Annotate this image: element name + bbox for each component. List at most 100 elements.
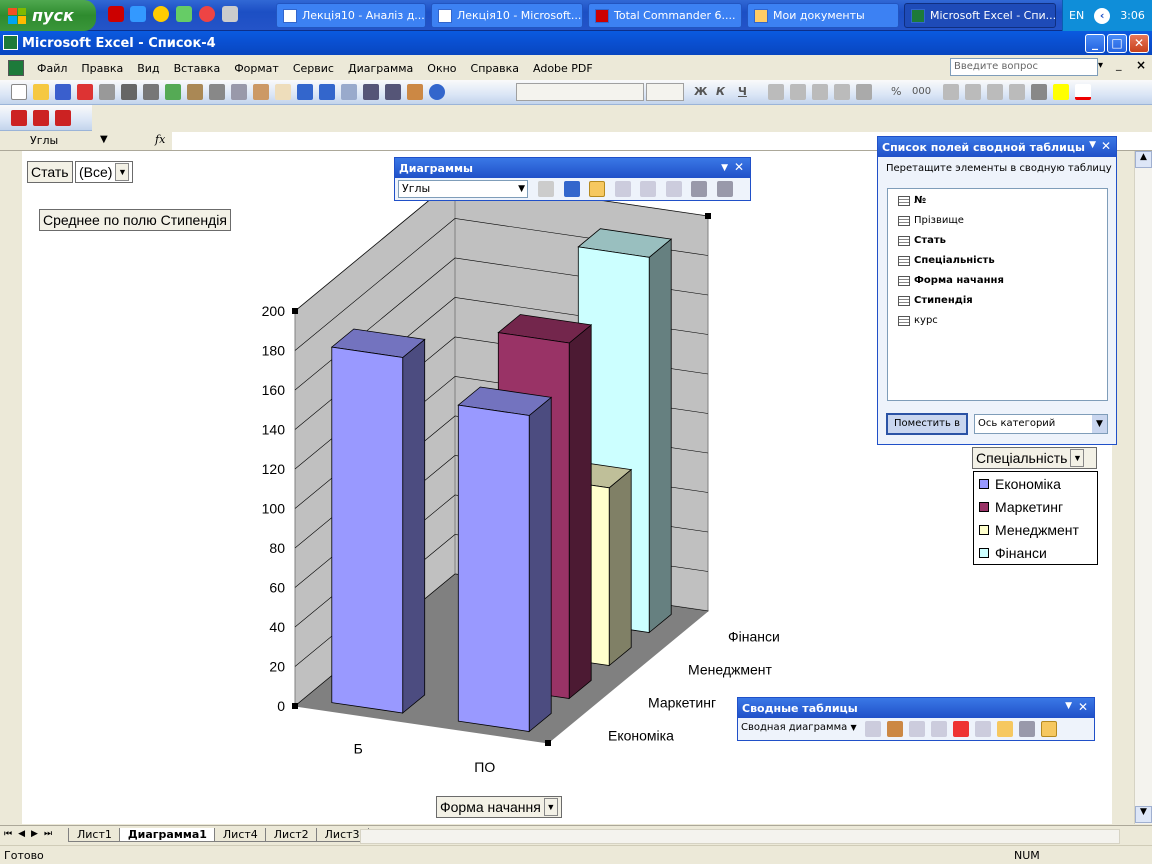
selection-handle[interactable] [545,740,551,746]
toolbar-options-icon[interactable]: ▼ [1065,701,1072,711]
field-item[interactable]: № [898,191,1004,211]
pivot-toolbar-title-bar[interactable]: Сводные таблицы ▼ ✕ [738,698,1094,718]
field-item[interactable]: Форма начання [898,271,1004,291]
sheet-tabs-bar: ⏮◀▶⏭ Лист1 Диаграмма1 Лист4 Лист2 Лист3 [0,825,1152,845]
category-field-button[interactable]: Форма начання ▼ [436,796,562,818]
field-label: Стипендія [914,295,973,306]
field-icon [898,256,910,266]
chart-wizard-icon[interactable] [887,721,903,737]
format-report-icon[interactable] [865,721,881,737]
bar-side[interactable] [402,338,426,714]
sheet-tab[interactable]: Лист2 [264,828,318,842]
include-hidden-icon[interactable] [975,721,991,737]
legend-label: Фінанси [995,544,1047,561]
close-icon[interactable]: ✕ [1101,139,1111,153]
field-item[interactable]: Прізвище [898,211,1004,231]
series-field-label: Спеціальність [976,450,1068,466]
x-tick-label: ПО [474,759,495,775]
pivot-toolbar-title: Сводные таблицы [742,701,858,715]
legend-item[interactable]: Менеджмент [974,518,1097,541]
charts-toolbar-title: Диаграммы [399,161,473,175]
hide-detail-icon[interactable] [909,721,925,737]
y-tick-label: 20 [269,659,285,675]
field-label: Форма начання [914,275,1004,286]
series-field-button[interactable]: Спеціальність ▼ [972,447,1097,469]
bar-side[interactable] [648,238,672,634]
angle-counterclockwise-icon[interactable] [716,181,733,197]
place-in-button[interactable]: Поместить в [886,413,968,435]
legend-swatch [979,478,989,489]
close-icon[interactable]: ✕ [1078,700,1088,714]
pivot-toolbar: Сводные таблицы ▼ ✕ Сводная диаграмма ▼ [737,697,1095,741]
field-list-title-bar[interactable]: Список полей сводной таблицы ▼ ✕ [878,137,1116,157]
show-field-list-icon[interactable] [1041,721,1057,737]
sheet-tab[interactable]: Лист4 [213,828,267,842]
legend-swatch [979,547,989,558]
field-list-instruction: Перетащите элементы в сводную таблицу [886,163,1112,174]
field-label: № [914,195,927,206]
close-icon[interactable]: ✕ [734,160,744,174]
data-table-icon[interactable] [614,181,631,197]
refresh-icon[interactable] [953,721,969,737]
toolbar-options-icon[interactable]: ▼ [721,163,728,173]
depth-tick-label: Маркетинг [648,695,716,711]
by-column-icon[interactable] [665,181,682,197]
dropdown-arrow-icon[interactable]: ▼ [1070,449,1085,467]
toolbar-options-icon[interactable]: ▼ [1089,140,1096,150]
legend-item[interactable]: Економіка [974,472,1097,495]
dropdown-arrow-icon: ▼ [850,723,857,732]
horizontal-scrollbar[interactable] [360,829,1120,844]
legend[interactable]: Економіка Маркетинг Менеджмент Фінанси [973,471,1098,565]
y-tick-label: 0 [277,698,285,714]
depth-tick-label: Менеджмент [688,662,772,678]
bar[interactable] [457,404,530,732]
sheet-tab[interactable]: Лист1 [68,828,121,842]
dropdown-arrow-icon[interactable]: ▼ [518,181,525,197]
tab-scroll-buttons[interactable]: ⏮◀▶⏭ [4,829,58,839]
field-item[interactable]: Стипендія [898,291,1004,311]
bar-side[interactable] [608,468,632,667]
pivot-chart-menu[interactable]: Сводная диаграмма ▼ [741,722,857,733]
by-row-icon[interactable] [640,181,656,197]
status-ready: Готово [4,849,44,862]
bar[interactable] [331,346,404,714]
charts-toolbar-title-bar[interactable]: Диаграммы ▼ ✕ [395,158,750,178]
format-object-icon[interactable] [538,181,554,197]
field-list-box[interactable]: № Прізвище Стать Спеціальність Форма начання… [887,188,1108,401]
bar-side[interactable] [528,396,552,733]
field-item[interactable]: курс [898,311,1004,331]
charts-toolbar: Диаграммы ▼ ✕ Углы ▼ [394,157,751,201]
field-item[interactable]: Стать [898,231,1004,251]
bar-side[interactable] [568,324,592,700]
dropdown-arrow-icon[interactable]: ▼ [1092,415,1107,433]
field-icon [898,296,910,306]
area-select-value: Ось категорий [978,418,1056,429]
always-display-icon[interactable] [997,721,1013,737]
legend-item[interactable]: Маркетинг [974,495,1097,518]
selection-handle[interactable] [292,308,298,314]
legend-swatch [979,501,989,512]
field-label: Стать [914,235,947,246]
area-select[interactable]: Ось категорий ▼ [974,414,1108,434]
y-tick-label: 40 [269,619,285,635]
selection-handle[interactable] [705,213,711,219]
pivot-chart-menu-label: Сводная диаграмма [741,722,848,733]
chart-type-icon[interactable] [563,181,580,197]
pivot-field-list: Список полей сводной таблицы ▼ ✕ Перетащ… [877,136,1117,445]
y-tick-label: 60 [269,580,285,596]
legend-icon[interactable] [589,181,605,197]
field-settings-icon[interactable] [1019,721,1035,737]
field-item[interactable]: Спеціальність [898,251,1004,271]
y-tick-label: 200 [262,303,286,319]
show-detail-icon[interactable] [931,721,947,737]
legend-label: Маркетинг [995,498,1064,515]
chart-objects-select[interactable]: Углы ▼ [398,180,528,198]
angle-clockwise-icon[interactable] [691,181,707,197]
dropdown-arrow-icon[interactable]: ▼ [543,798,558,816]
x-tick-label: Б [354,740,363,756]
legend-item[interactable]: Фінанси [974,541,1097,564]
sheet-tab[interactable]: Диаграмма1 [118,828,216,842]
field-label: Спеціальність [914,255,995,266]
legend-label: Менеджмент [995,521,1079,538]
selection-handle[interactable] [292,703,298,709]
